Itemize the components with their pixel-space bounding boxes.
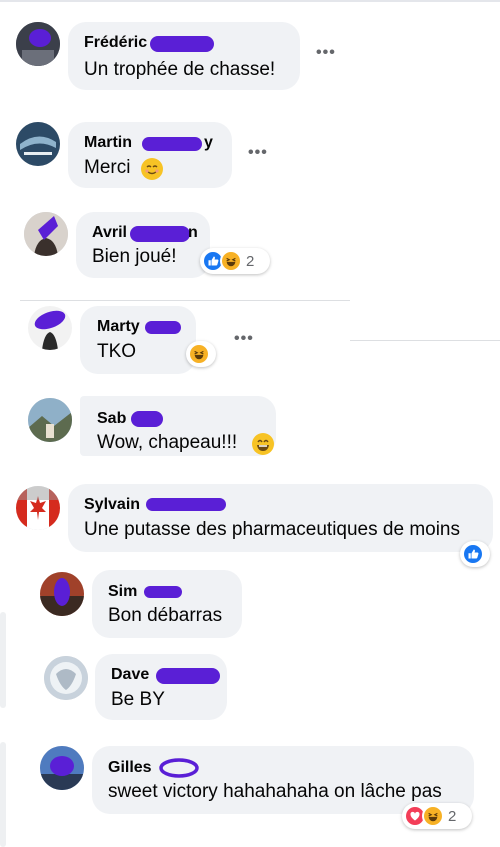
- comment-bubble: [76, 212, 210, 278]
- author-name[interactable]: Marty: [97, 318, 140, 336]
- divider: [20, 300, 350, 301]
- avatar-image: [16, 486, 60, 530]
- author-name-suffix: n: [188, 224, 198, 241]
- author-name[interactable]: Sylvain: [84, 496, 140, 514]
- name-redaction: [145, 321, 181, 334]
- name-redaction: [146, 498, 226, 511]
- more-options-button[interactable]: •••: [316, 44, 336, 62]
- avatar[interactable]: [16, 22, 60, 66]
- comment-bubble: [80, 306, 196, 374]
- name-redaction: [156, 668, 220, 684]
- author-name[interactable]: Avril: [92, 224, 127, 242]
- avatar[interactable]: [44, 656, 88, 700]
- avatar[interactable]: [28, 398, 72, 442]
- reactions-summary[interactable]: [460, 541, 490, 567]
- like-icon: [462, 543, 484, 565]
- author-name[interactable]: Gilles: [108, 759, 152, 777]
- haha-icon: [220, 250, 242, 272]
- author-name[interactable]: Martin: [84, 134, 132, 152]
- reaction-count: 2: [448, 807, 457, 825]
- avatar-image: [40, 572, 84, 616]
- laugh-emoji-icon: [252, 433, 274, 455]
- reactions-summary[interactable]: 2: [402, 803, 472, 829]
- comment-bubble: [92, 570, 242, 638]
- name-redaction: [159, 758, 199, 778]
- avatar[interactable]: [24, 212, 68, 256]
- avatar[interactable]: [16, 486, 60, 530]
- comment-text: Wow, chapeau!!!: [97, 432, 238, 453]
- comment-text: Une putasse des pharmaceutiques de moins: [84, 519, 461, 540]
- comment-text: sweet victory hahahahaha on lâche pas: [108, 781, 442, 802]
- name-redaction: [142, 137, 202, 151]
- author-name[interactable]: Sim: [108, 583, 137, 601]
- comment-text: Be BY: [111, 689, 165, 710]
- author-name[interactable]: Dave: [111, 666, 149, 684]
- divider: [350, 340, 500, 341]
- name-redaction: [131, 411, 163, 427]
- more-options-button[interactable]: •••: [248, 144, 268, 162]
- smile-emoji-icon: [141, 158, 163, 180]
- top-divider: [0, 0, 500, 2]
- comment-text: Bon débarras: [108, 605, 223, 626]
- avatar-image: [28, 398, 72, 442]
- author-name-suffix: y: [204, 134, 213, 151]
- reactions-summary[interactable]: [186, 341, 216, 367]
- haha-icon: [422, 805, 444, 827]
- comment-text: TKO: [97, 341, 137, 362]
- comment-bubble: [68, 484, 493, 552]
- avatar-image: [24, 212, 68, 256]
- thread-line: [0, 612, 6, 708]
- reactions-summary[interactable]: 2: [200, 248, 270, 274]
- haha-icon: [188, 343, 210, 365]
- more-options-button[interactable]: •••: [234, 330, 254, 348]
- comment-text: Un trophée de chasse!: [84, 59, 276, 80]
- avatar-image: [16, 122, 60, 166]
- avatar[interactable]: [16, 122, 60, 166]
- author-name[interactable]: Sab: [97, 410, 126, 428]
- avatar[interactable]: [40, 572, 84, 616]
- avatar-image: [16, 22, 60, 66]
- name-redaction: [150, 36, 214, 52]
- name-redaction: [144, 586, 182, 598]
- avatar-image: [40, 746, 84, 790]
- thread-line: [0, 742, 6, 847]
- reaction-count: 2: [246, 252, 255, 270]
- comment-text: Merci: [84, 157, 131, 178]
- avatar[interactable]: [28, 306, 72, 350]
- avatar[interactable]: [40, 746, 84, 790]
- name-redaction: [130, 226, 190, 242]
- avatar-image: [28, 306, 72, 350]
- author-name[interactable]: Frédéric: [84, 34, 147, 52]
- avatar-image: [44, 656, 88, 700]
- comment-text: Bien joué!: [92, 246, 177, 267]
